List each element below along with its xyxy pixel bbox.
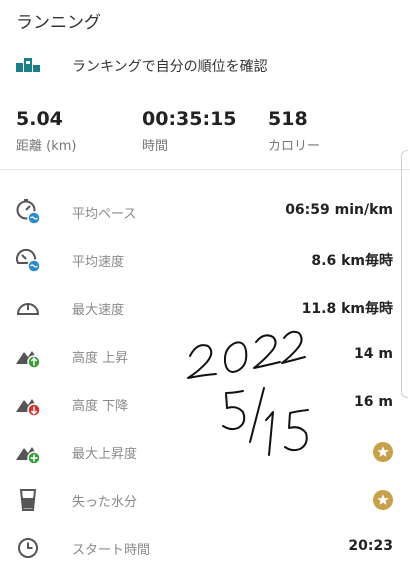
calories-label: カロリー	[268, 139, 321, 154]
premium-star-icon[interactable]	[373, 490, 393, 510]
row-value: 8.6 km毎時	[311, 253, 393, 269]
ranking-link[interactable]: ランキングで自分の順位を確認	[0, 50, 410, 80]
row-max-climb: 最大上昇度	[0, 432, 410, 472]
speedometer-average-icon	[16, 248, 41, 273]
row-label: 最大上昇度	[72, 447, 138, 462]
calories-value: 518	[268, 108, 308, 130]
stat-time: 00:35:15 時間	[142, 108, 237, 154]
row-label: スタート時間	[72, 543, 151, 558]
row-elevation-gain: 高度 上昇 14 m	[0, 336, 410, 376]
row-value: 20:23	[348, 538, 393, 554]
row-average-speed: 平均速度 8.6 km毎時	[0, 240, 410, 280]
row-start-time: スタート時間 20:23	[0, 528, 410, 568]
row-value: 16 m	[354, 394, 393, 410]
stat-calories: 518 カロリー	[268, 108, 320, 154]
water-glass-icon	[19, 489, 37, 511]
mountain-down-icon	[16, 399, 41, 417]
row-label: 高度 上昇	[72, 351, 129, 366]
time-value: 00:35:15	[142, 108, 237, 130]
row-value: 11.8 km毎時	[301, 301, 393, 317]
clock-icon	[18, 538, 38, 558]
pace-gauge-icon	[16, 199, 41, 225]
row-average-pace: 平均ペース 06:59 min/km	[0, 192, 410, 232]
page-title: ランニング	[16, 13, 101, 33]
divider	[0, 169, 410, 170]
mountain-plus-icon	[16, 447, 41, 465]
ranking-label: ランキングで自分の順位を確認	[72, 59, 268, 75]
mountain-up-icon	[16, 351, 41, 369]
row-label: 失った水分	[72, 495, 138, 510]
distance-label: 距離 (km)	[16, 139, 77, 154]
row-max-speed: 最大速度 11.8 km毎時	[0, 288, 410, 328]
row-water-lost: 失った水分	[0, 480, 410, 520]
row-label: 平均ペース	[72, 207, 137, 222]
stat-distance: 5.04 距離 (km)	[16, 108, 76, 154]
speedometer-icon	[16, 303, 40, 315]
row-value: 06:59 min/km	[285, 202, 393, 218]
row-label: 最大速度	[72, 303, 125, 318]
row-value: 14 m	[354, 346, 393, 362]
distance-value: 5.04	[16, 108, 63, 130]
row-label: 高度 下降	[72, 399, 129, 414]
row-label: 平均速度	[72, 255, 125, 270]
row-elevation-loss: 高度 下降 16 m	[0, 384, 410, 424]
podium-icon	[16, 58, 40, 72]
premium-star-icon[interactable]	[373, 442, 393, 462]
time-label: 時間	[142, 139, 169, 154]
